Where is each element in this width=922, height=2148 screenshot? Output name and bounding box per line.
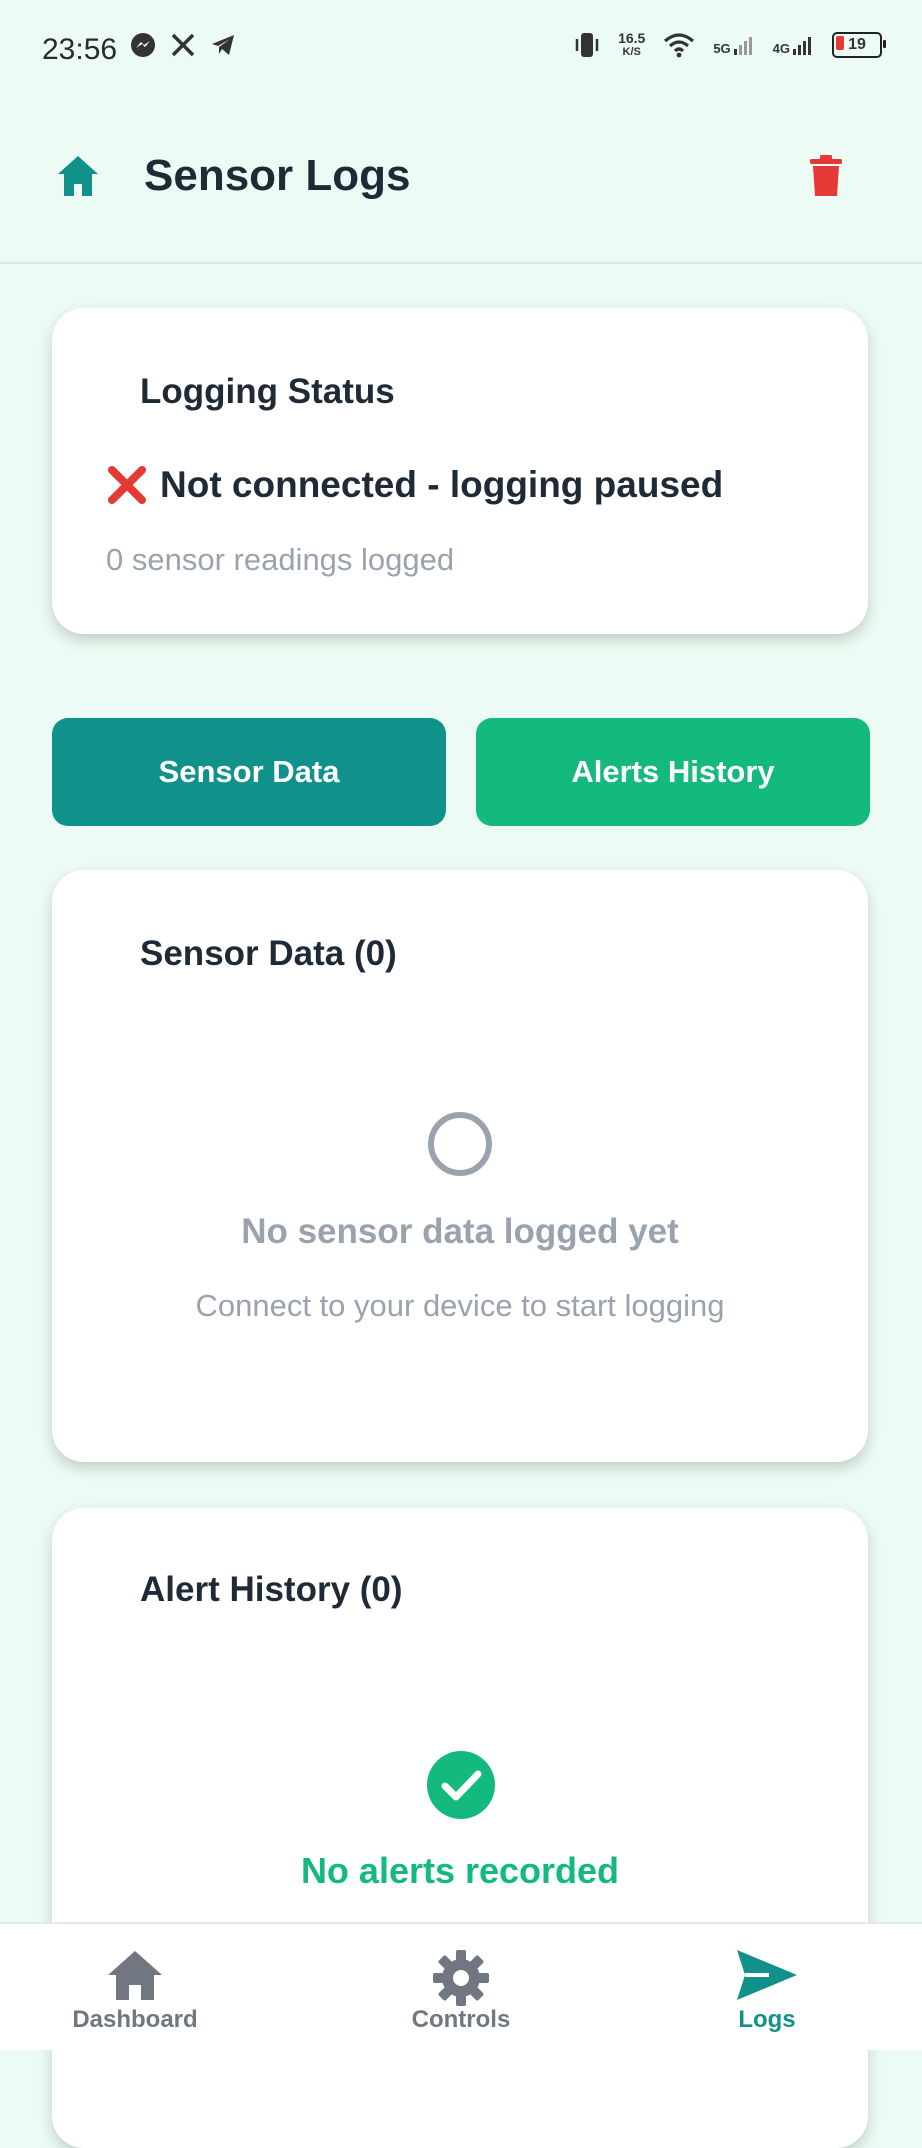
vibrate-icon	[575, 33, 599, 57]
signal-5g: 5G	[713, 34, 754, 56]
messenger-icon	[131, 33, 155, 57]
logging-status-card: Logging Status Not connected - logging p…	[52, 308, 868, 634]
sensor-data-title: Sensor Data (0)	[140, 934, 397, 973]
cross-mark-icon	[108, 466, 146, 504]
app-header	[0, 100, 922, 264]
nav-dashboard-label: Dashboard	[72, 2006, 198, 2033]
status-time: 23:56	[42, 33, 118, 66]
signal-icon	[793, 37, 811, 55]
no-alerts-text: No alerts recorded	[300, 1850, 620, 1891]
speed-value: 16.5	[618, 30, 646, 46]
readings-count: 0 sensor readings logged	[106, 542, 455, 577]
empty-state-title: No sensor data logged yet	[241, 1212, 679, 1251]
empty-circle-icon	[428, 1112, 492, 1176]
send-icon	[737, 1950, 797, 2000]
nav-logs-label: Logs	[738, 2006, 796, 2033]
alert-history-card: Alert History (0) No alerts recorded	[52, 1508, 868, 2148]
check-circle-icon	[427, 1751, 495, 1819]
system-icons: 16.5 K/S 5G 4G 19	[574, 30, 886, 60]
home-icon[interactable]	[54, 152, 102, 200]
battery-level: 19	[848, 36, 866, 53]
telegram-icon	[212, 35, 234, 55]
alerts-history-button[interactable]: Alerts History	[476, 718, 870, 826]
sensor-data-card: Sensor Data (0) No sensor data logged ye…	[52, 870, 868, 1462]
wifi-icon	[664, 33, 695, 58]
connection-status: Not connected - logging paused	[106, 464, 723, 506]
empty-state-subtitle: Connect to your device to start logging	[195, 1288, 725, 1323]
home-icon	[108, 1951, 162, 2000]
bottom-navigation: Dashboard Controls Logs	[0, 1922, 922, 2050]
nav-controls[interactable]: Controls	[351, 1924, 571, 2050]
trash-icon[interactable]	[806, 154, 846, 198]
battery-icon: 19	[832, 32, 886, 58]
speed-unit: K/S	[622, 46, 641, 58]
status-bar: 23:56 16.5 K/S 5G 4G 19	[0, 0, 922, 100]
signal-4g: 4G	[773, 34, 814, 56]
connection-status-text: Not connected - logging paused	[160, 464, 724, 505]
nav-logs[interactable]: Logs	[657, 1924, 877, 2050]
x-icon	[171, 33, 195, 57]
nav-controls-label: Controls	[411, 2006, 511, 2033]
notification-icons	[130, 32, 236, 58]
logging-status-title: Logging Status	[140, 372, 395, 411]
sensor-data-button[interactable]: Sensor Data	[52, 718, 446, 826]
signal-icon	[733, 37, 752, 55]
page-title: Sensor Logs	[144, 151, 411, 200]
network-speed: 16.5 K/S	[618, 31, 645, 59]
alert-history-title: Alert History (0)	[140, 1570, 403, 1609]
nav-dashboard[interactable]: Dashboard	[25, 1924, 245, 2050]
gear-icon	[433, 1950, 489, 2006]
